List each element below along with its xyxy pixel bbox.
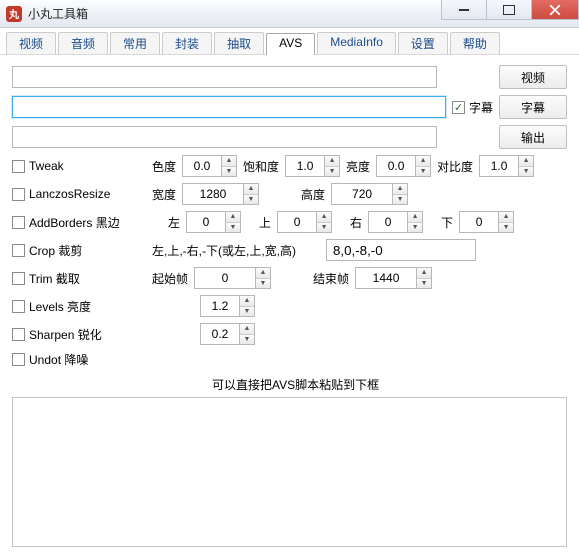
output-path-input[interactable] [12,126,437,148]
hue-spinner[interactable]: ▲▼ [182,155,237,177]
border-top-spinner[interactable]: ▲▼ [277,211,332,233]
width-spinner[interactable]: ▲▼ [182,183,259,205]
bright-spinner[interactable]: ▲▼ [376,155,431,177]
sharpen-checkbox[interactable]: Sharpen 锐化 [12,326,152,343]
tab-audio[interactable]: 音频 [58,32,108,54]
undot-checkbox[interactable]: Undot 降噪 [12,351,152,368]
output-button[interactable]: 输出 [499,125,567,149]
minimize-button[interactable] [441,0,487,20]
tab-avs[interactable]: AVS [266,33,315,55]
tabs: 视频 音频 常用 封装 抽取 AVS MediaInfo 设置 帮助 [0,28,579,55]
borders-checkbox[interactable]: AddBorders 黑边 [12,214,152,231]
tab-video[interactable]: 视频 [6,32,56,54]
subtitle-path-input[interactable] [12,96,446,118]
maximize-button[interactable] [486,0,532,20]
down-icon: ▼ [222,167,236,177]
tab-mediainfo[interactable]: MediaInfo [317,32,396,54]
window-buttons [442,0,579,20]
tab-help[interactable]: 帮助 [450,32,500,54]
tab-settings[interactable]: 设置 [398,32,448,54]
avs-script-textarea[interactable] [12,397,567,547]
border-right-spinner[interactable]: ▲▼ [368,211,423,233]
tab-common[interactable]: 常用 [110,32,160,54]
trim-checkbox[interactable]: Trim 截取 [12,270,152,287]
subtitle-button[interactable]: 字幕 [499,95,567,119]
resize-checkbox[interactable]: LanczosResize [12,187,152,201]
sat-spinner[interactable]: ▲▼ [285,155,340,177]
close-button[interactable] [531,0,579,20]
height-spinner[interactable]: ▲▼ [331,183,408,205]
avs-panel: 视频 ✓ 字幕 字幕 输出 Tweak 色度 ▲▼ 饱和度 ▲▼ 亮度 ▲▼ 对… [0,55,579,560]
subtitle-checkbox[interactable]: ✓ 字幕 [452,99,493,116]
app-icon: 丸 [6,6,22,22]
levels-spinner[interactable]: ▲▼ [200,295,255,317]
crop-checkbox[interactable]: Crop 裁剪 [12,242,152,259]
up-icon: ▲ [222,156,236,167]
levels-checkbox[interactable]: Levels 亮度 [12,298,152,315]
sharpen-spinner[interactable]: ▲▼ [200,323,255,345]
window-title: 小丸工具箱 [28,5,88,22]
titlebar: 丸 小丸工具箱 [0,0,579,28]
contrast-spinner[interactable]: ▲▼ [479,155,534,177]
video-path-input[interactable] [12,66,437,88]
border-bottom-spinner[interactable]: ▲▼ [459,211,514,233]
crop-input[interactable] [326,239,476,261]
tweak-checkbox[interactable]: Tweak [12,159,152,173]
trim-start-spinner[interactable]: ▲▼ [194,267,271,289]
border-left-spinner[interactable]: ▲▼ [186,211,241,233]
video-button[interactable]: 视频 [499,65,567,89]
script-label: 可以直接把AVS脚本粘贴到下框 [212,376,567,393]
trim-end-spinner[interactable]: ▲▼ [355,267,432,289]
check-icon: ✓ [452,101,465,114]
tab-demux[interactable]: 抽取 [214,32,264,54]
tab-mux[interactable]: 封装 [162,32,212,54]
